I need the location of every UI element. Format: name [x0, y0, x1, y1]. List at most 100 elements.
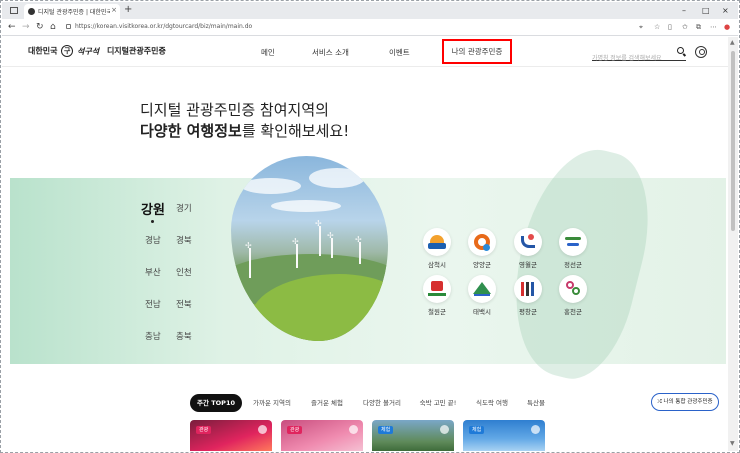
city-item[interactable]: 영월군	[505, 228, 551, 269]
page-scrollbar[interactable]: ▲ ▼	[728, 37, 738, 451]
city-name: 삼척시	[428, 261, 446, 269]
region-item[interactable]: 충남	[145, 330, 161, 342]
city-name: 양양군	[473, 261, 491, 269]
wind-turbine-icon	[356, 236, 361, 264]
content-card[interactable]: 체험	[463, 420, 545, 451]
city-item[interactable]: 정선군	[550, 228, 596, 269]
card-favorite-icon[interactable]	[258, 425, 267, 434]
hero-line-2-rest: 를 확인해보세요!	[241, 122, 350, 140]
maximize-button[interactable]: □	[702, 6, 710, 15]
region-item[interactable]: 충북	[176, 330, 192, 342]
reload-icon[interactable]: ↻	[36, 22, 44, 32]
hero-headline: 디지털 관광주민증 참여지역의 다양한 여행정보를 확인해보세요!	[140, 100, 349, 142]
tracking-icon[interactable]: ⌖	[639, 23, 643, 32]
card-favorite-icon[interactable]	[349, 425, 358, 434]
new-tab-button[interactable]: +	[124, 5, 132, 15]
wind-turbine-icon	[293, 238, 298, 268]
region-item[interactable]: 경북	[176, 234, 192, 246]
search-box	[592, 45, 686, 62]
city-item[interactable]: 양양군	[459, 228, 505, 269]
search-icon[interactable]	[677, 47, 684, 54]
back-icon[interactable]: ←	[8, 22, 16, 32]
nav-my-tourist-card[interactable]: 나의 관광주민증	[442, 39, 512, 64]
search-input[interactable]	[592, 53, 672, 62]
browser-extension-icon[interactable]: ●	[724, 23, 730, 32]
scroll-down-icon[interactable]: ▼	[730, 440, 735, 447]
chip-sights[interactable]: 다양한 볼거리	[356, 394, 408, 412]
chip-weekly-top10[interactable]: 주간 TOP10	[190, 394, 242, 412]
logo-mark-icon: 구	[61, 45, 74, 57]
cloud-shape	[241, 178, 301, 194]
hero-line-2: 다양한 여행정보를 확인해보세요!	[140, 121, 349, 142]
hero-line-2-bold: 다양한 여행정보	[140, 122, 242, 140]
chip-specialty[interactable]: 특산물	[521, 394, 551, 412]
region-item[interactable]: 인천	[176, 266, 192, 278]
scrollbar-thumb[interactable]	[731, 51, 735, 231]
wind-turbine-icon	[246, 242, 251, 278]
chip-stay[interactable]: 숙박 고민 끝!	[413, 394, 463, 412]
region-item[interactable]: 부산	[145, 266, 161, 278]
region-item[interactable]: 전북	[176, 298, 192, 310]
minimize-button[interactable]: –	[682, 6, 686, 15]
browser-tab[interactable]: 디지털 관광주민증 | 대한민국 구석구석 ×	[24, 4, 120, 19]
content-card[interactable]: 체험	[372, 420, 454, 451]
card-favorite-icon[interactable]	[531, 425, 540, 434]
browser-tab-strip: 디지털 관광주민증 | 대한민국 구석구석 × + – □ ×	[2, 2, 738, 19]
site-logo[interactable]: 대한민국 구 석구석 디지털관광주민증	[28, 45, 166, 57]
lock-icon	[66, 24, 71, 29]
favorites-icon[interactable]: ✩	[682, 23, 688, 32]
more-menu-icon[interactable]: ⋯	[710, 23, 717, 32]
card-favorite-icon[interactable]	[440, 425, 449, 434]
city-name: 홍천군	[564, 308, 582, 316]
card-tag: 체험	[378, 426, 394, 434]
city-item[interactable]: 삼척시	[414, 228, 460, 269]
card-tag: 체험	[469, 426, 485, 434]
wind-turbine-icon	[328, 232, 333, 258]
city-name: 철원군	[428, 308, 446, 316]
region-item[interactable]: 경기	[176, 202, 192, 214]
user-profile-icon[interactable]	[695, 46, 707, 58]
nav-service-intro[interactable]: 서비스 소개	[312, 47, 349, 58]
city-name: 평창군	[519, 308, 537, 316]
city-item[interactable]: 태백시	[459, 275, 505, 316]
city-item[interactable]: 철원군	[414, 275, 460, 316]
taebaek-emblem-icon	[468, 275, 496, 303]
city-item[interactable]: 평창군	[505, 275, 551, 316]
region-item[interactable]: 전남	[145, 298, 161, 310]
content-card[interactable]: 관광	[190, 420, 272, 451]
site-header: 대한민국 구 석구석 디지털관광주민증 메인 서비스 소개 이벤트 나의 관광주…	[2, 37, 728, 67]
split-screen-icon[interactable]: ▯	[668, 23, 672, 32]
city-name: 태백시	[473, 308, 491, 316]
url-text: https://korean.visitkorea.or.kr/dgtourca…	[75, 23, 253, 30]
pyeongchang-emblem-icon	[514, 275, 542, 303]
home-icon[interactable]: ⌂	[50, 22, 56, 32]
content-card[interactable]: 관광	[281, 420, 363, 451]
bookmark-star-icon[interactable]: ☆	[654, 23, 660, 32]
city-name: 영월군	[519, 261, 537, 269]
samcheok-emblem-icon	[423, 228, 451, 256]
scroll-up-icon[interactable]: ▲	[730, 39, 735, 46]
chip-nearby[interactable]: 가까운 지역의	[247, 394, 297, 412]
forward-icon[interactable]: →	[22, 22, 30, 32]
wind-turbine-icon	[316, 220, 321, 256]
cloud-shape	[271, 200, 341, 212]
my-integrated-card-label: 나의 통합 관광주민증	[663, 399, 713, 405]
close-window-button[interactable]: ×	[722, 6, 729, 15]
logo-prefix: 대한민국	[28, 46, 58, 56]
city-item[interactable]: 홍천군	[550, 275, 596, 316]
region-item[interactable]: 경남	[145, 234, 161, 246]
region-active[interactable]: 강원	[141, 199, 165, 218]
chip-experience[interactable]: 즐거운 체험	[302, 394, 352, 412]
nav-main[interactable]: 메인	[261, 47, 275, 58]
logo-service-name: 디지털관광주민증	[106, 46, 166, 56]
window-menu-icon[interactable]	[10, 7, 18, 14]
jeongseon-emblem-icon	[559, 228, 587, 256]
card-tag: 관광	[196, 426, 212, 434]
url-field[interactable]: https://korean.visitkorea.or.kr/dgtourca…	[66, 23, 252, 30]
card-tag: 관광	[287, 426, 303, 434]
nav-event[interactable]: 이벤트	[389, 47, 410, 58]
collections-icon[interactable]: ⧉	[696, 23, 701, 32]
tab-close-icon[interactable]: ×	[111, 6, 117, 14]
my-integrated-card-button[interactable]: ⤮ 나의 통합 관광주민증	[651, 393, 719, 411]
chip-food-trip[interactable]: 식도락 여행	[467, 394, 517, 412]
